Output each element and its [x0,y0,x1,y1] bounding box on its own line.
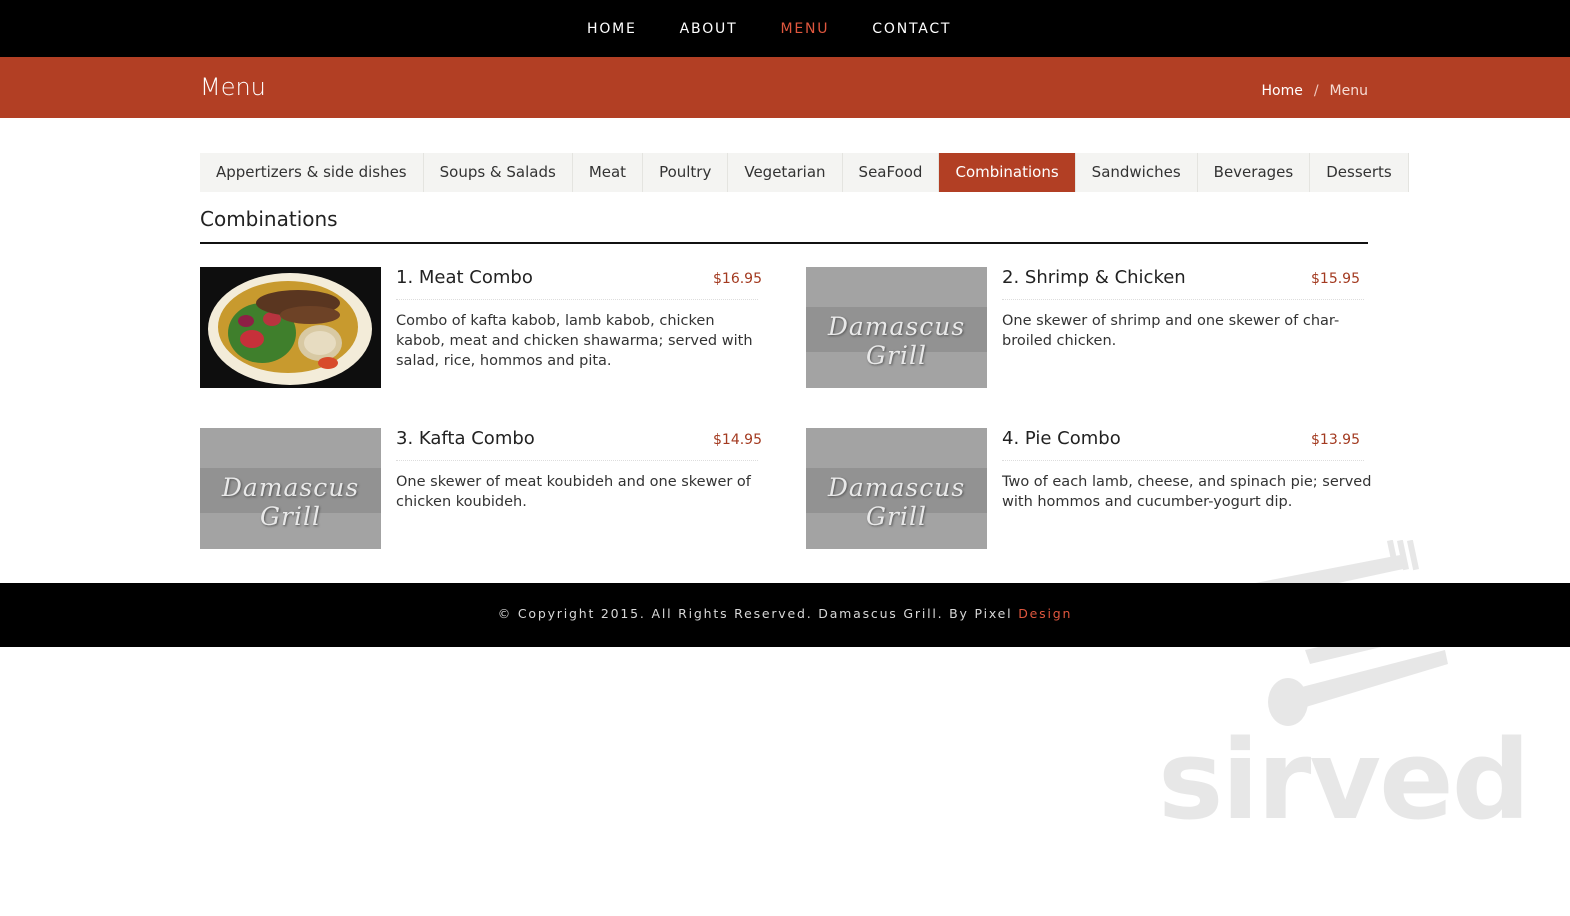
menu-category-tabs: Appertizers & side dishes Soups & Salads… [200,153,1409,192]
page-banner: Menu Home / Menu [0,57,1570,118]
damascus-grill-logo: Damascus Grill [221,473,360,531]
item-description: Combo of kafta kabob, lamb kabob, chicke… [396,313,753,369]
nav-menu: HOME ABOUT MENU CONTACT [587,20,951,38]
tab-vegetarian[interactable]: Vegetarian [728,153,843,192]
tab-beverages[interactable]: Beverages [1198,153,1311,192]
nav-item-about[interactable]: ABOUT [680,20,738,38]
placeholder-image[interactable]: Damascus Grill [806,267,987,388]
menu-item: 1. Meat Combo $16.95 Combo of kafta kabo… [200,267,762,389]
item-name: 3. Kafta Combo [396,428,535,449]
menu-item: Damascus Grill 4. Pie Combo $13.95 Two o… [806,428,1371,550]
tab-desserts[interactable]: Desserts [1310,153,1409,192]
item-price: $14.95 [713,432,762,448]
nav-item-home[interactable]: HOME [587,20,637,38]
item-description: One skewer of meat koubideh and one skew… [396,474,751,510]
item-description: One skewer of shrimp and one skewer of c… [1002,313,1340,349]
sirved-watermark: sirved [1150,539,1530,844]
tab-combinations[interactable]: Combinations [939,153,1076,192]
tab-seafood[interactable]: SeaFood [843,153,940,192]
damascus-grill-logo: Damascus Grill [827,473,966,531]
item-price: $15.95 [1311,271,1360,287]
item-name: 4. Pie Combo [1002,428,1121,449]
placeholder-image[interactable]: Damascus Grill [200,428,381,549]
damascus-grill-logo: Damascus Grill [827,312,966,370]
item-price: $13.95 [1311,432,1360,448]
tab-meat[interactable]: Meat [573,153,644,192]
item-divider [1002,460,1364,461]
nav-item-contact[interactable]: CONTACT [872,20,951,38]
tab-soups-salads[interactable]: Soups & Salads [424,153,573,192]
food-photo[interactable] [200,267,381,388]
food-plate-image [200,267,381,388]
tab-sandwiches[interactable]: Sandwiches [1076,153,1198,192]
breadcrumb-separator: / [1313,83,1319,99]
breadcrumb-current: Menu [1329,83,1368,99]
breadcrumb: Home / Menu [1261,83,1368,99]
menu-item: Damascus Grill 3. Kafta Combo $14.95 One… [200,428,762,550]
design-credit-link[interactable]: Design [1018,606,1072,621]
page-title: Menu [200,73,266,101]
watermark-text: sirved [1158,716,1530,844]
menu-item: Damascus Grill 2. Shrimp & Chicken $15.9… [806,267,1368,389]
section-divider [200,242,1368,244]
fork-spoon-icon [1245,539,1448,726]
tab-appetizers[interactable]: Appertizers & side dishes [200,153,424,192]
section-title: Combinations [200,207,338,231]
breadcrumb-home-link[interactable]: Home [1261,83,1302,99]
item-name: 2. Shrimp & Chicken [1002,267,1186,288]
copyright-main: © Copyright 2015. All Rights Reserved. D… [497,606,1019,621]
item-divider [396,460,758,461]
top-navigation: HOME ABOUT MENU CONTACT [0,0,1570,57]
item-description: Two of each lamb, cheese, and spinach pi… [1002,474,1372,510]
item-name: 1. Meat Combo [396,267,533,288]
item-price: $16.95 [713,271,762,287]
item-divider [1002,299,1364,300]
tab-poultry[interactable]: Poultry [643,153,729,192]
placeholder-image[interactable]: Damascus Grill [806,428,987,549]
nav-item-menu[interactable]: MENU [780,20,829,38]
item-divider [396,299,758,300]
